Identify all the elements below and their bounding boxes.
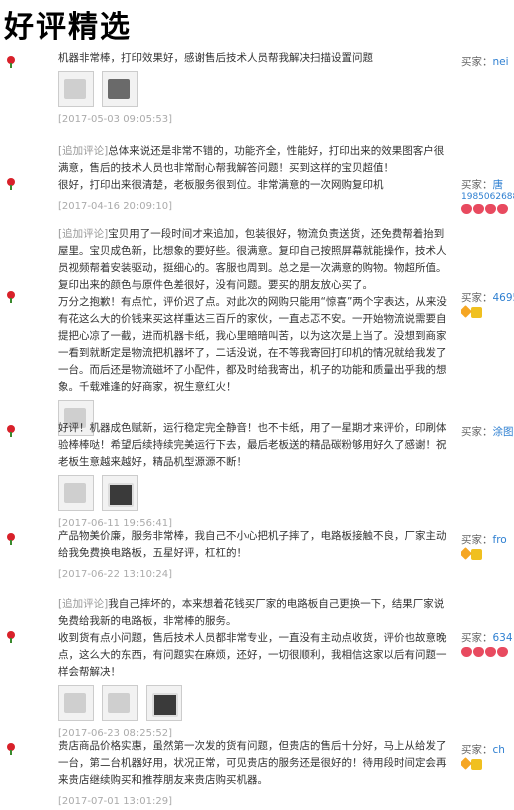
review-photo[interactable] (146, 685, 182, 721)
buyer-label: 买家： (461, 426, 493, 438)
buyer-name[interactable]: 4695 (493, 292, 514, 304)
buyer-info: 买家：fro (461, 532, 514, 560)
buyer-extra: 1985062688 (461, 192, 514, 202)
heart-icon (485, 647, 496, 657)
append-text: 总体来说还是非常不错的，功能齐全，性能好，打印出来的效果图客户很满意，售后的技术… (58, 145, 444, 174)
heart-icon (473, 647, 484, 657)
review-content: 产品物美价廉，服务非常棒，我自己不小心把机子摔了，电路板接触不良，厂家主动给我免… (58, 528, 448, 583)
flower-icon (4, 424, 18, 438)
review-text: 好评！机器成色赋新，运行稳定完全静音！也不卡纸，用了一星期才来评价，印刷体验棒棒… (58, 420, 448, 471)
review-text: 万分之抱歉！有点忙，评价迟了点。对此次的网购只能用“惊喜”两个字表达，从来没有花… (58, 294, 448, 396)
review-content: [追加评论]总体来说还是非常不错的，功能齐全，性能好，打印出来的效果图客户很满意… (58, 143, 448, 215)
photo-list (58, 685, 448, 721)
buyer-label: 买家： (461, 744, 493, 756)
buyer-info: 买家：涂图 (461, 424, 514, 439)
flower-icon (4, 177, 18, 191)
review-photo[interactable] (58, 71, 94, 107)
review-date: [2017-06-22 13:10:24] (58, 566, 448, 583)
buyer-level (461, 759, 514, 770)
buyer-name[interactable]: 634 (493, 632, 513, 644)
flower-icon (4, 742, 18, 756)
buyer-label: 买家： (461, 292, 493, 304)
buyer-name[interactable]: 唐 (493, 179, 504, 191)
buyer-label: 买家： (461, 534, 493, 546)
review-content: [追加评论]我自己摔坏的，本来想着花钱买厂家的电路板自己更换一下，结果厂家说免费… (58, 596, 448, 742)
review-photo[interactable] (58, 685, 94, 721)
review-text: 很好，打印出来很清楚，老板服务很到位。非常满意的一次网购复印机 (58, 177, 448, 194)
append-tag: [追加评论] (58, 145, 108, 157)
append-review: [追加评论]总体来说还是非常不错的，功能齐全，性能好，打印出来的效果图客户很满意… (58, 143, 448, 177)
buyer-label: 买家： (461, 632, 493, 644)
buyer-label: 买家： (461, 179, 493, 191)
heart-icon (497, 647, 508, 657)
heart-icon (461, 204, 472, 214)
review-content: 好评！机器成色赋新，运行稳定完全静音！也不卡纸，用了一星期才来评价，印刷体验棒棒… (58, 420, 448, 532)
append-review: [追加评论]宝贝用了一段时间才来追加，包装很好，物流负责送货，还免费帮着抬到屋里… (58, 226, 448, 294)
vip-icon (471, 759, 482, 770)
append-text: 我自己摔坏的，本来想着花钱买厂家的电路板自己更换一下，结果厂家说免费给我新的电路… (58, 598, 444, 627)
vip-icon (471, 549, 482, 560)
heart-icon (485, 204, 496, 214)
buyer-level (461, 307, 514, 318)
append-text: 宝贝用了一段时间才来追加，包装很好，物流负责送货，还免费帮着抬到屋里。宝贝成色新… (58, 228, 447, 291)
review-photo[interactable] (102, 71, 138, 107)
buyer-level (461, 647, 514, 657)
review-date: [2017-04-16 20:09:10] (58, 198, 448, 215)
review-content: [追加评论]宝贝用了一段时间才来追加，包装很好，物流负责送货，还免费帮着抬到屋里… (58, 226, 448, 436)
heart-icon (473, 204, 484, 214)
append-tag: [追加评论] (58, 228, 108, 240)
review-photo[interactable] (102, 475, 138, 511)
review-text: 产品物美价廉，服务非常棒，我自己不小心把机子摔了，电路板接触不良，厂家主动给我免… (58, 528, 448, 562)
review-photo[interactable] (58, 475, 94, 511)
buyer-level (461, 204, 514, 214)
review-text: 机器非常棒，打印效果好，感谢售后技术人员帮我解决扫描设置问题 (58, 50, 448, 67)
photo-list (58, 71, 448, 107)
heart-icon (497, 204, 508, 214)
flower-icon (4, 55, 18, 69)
photo-list (58, 475, 448, 511)
buyer-info: 买家：4695 (461, 290, 514, 318)
append-tag: [追加评论] (58, 598, 108, 610)
review-date: [2017-05-03 09:05:53] (58, 111, 448, 128)
page-title: 好评精选 (4, 2, 132, 46)
buyer-info: 买家：nei (461, 54, 514, 69)
buyer-label: 买家： (461, 56, 493, 68)
review-text: 收到货有点小问题，售后技术人员都非常专业，一直没有主动点收货，评价也故意晚点，这… (58, 630, 448, 681)
buyer-info: 买家：唐 1985062688 (461, 177, 514, 214)
buyer-info: 买家：ch (461, 742, 514, 770)
append-review: [追加评论]我自己摔坏的，本来想着花钱买厂家的电路板自己更换一下，结果厂家说免费… (58, 596, 448, 630)
review-date: [2017-07-01 13:01:29] (58, 793, 448, 810)
buyer-name[interactable]: nei (493, 56, 509, 68)
buyer-name[interactable]: fro (493, 534, 507, 546)
buyer-name[interactable]: ch (493, 744, 505, 756)
review-photo[interactable] (102, 685, 138, 721)
flower-icon (4, 290, 18, 304)
vip-icon (471, 307, 482, 318)
buyer-level (461, 549, 514, 560)
buyer-info: 买家：634 (461, 630, 514, 657)
flower-icon (4, 532, 18, 546)
review-content: 贵店商品价格实惠，虽然第一次发的货有问题，但贵店的售后十分好，马上从给发了一台，… (58, 738, 448, 810)
header: 好评精选 (0, 0, 514, 42)
flower-icon (4, 630, 18, 644)
heart-icon (461, 647, 472, 657)
buyer-name[interactable]: 涂图 (493, 426, 514, 438)
review-text: 贵店商品价格实惠，虽然第一次发的货有问题，但贵店的售后十分好，马上从给发了一台，… (58, 738, 448, 789)
review-content: 机器非常棒，打印效果好，感谢售后技术人员帮我解决扫描设置问题 [2017-05-… (58, 50, 448, 128)
